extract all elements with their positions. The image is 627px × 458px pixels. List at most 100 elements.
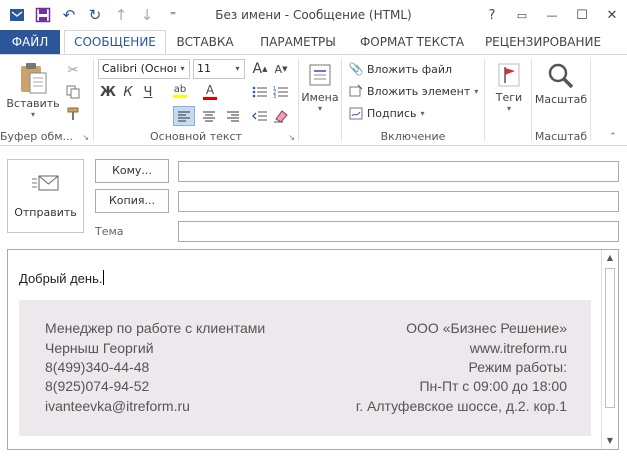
- collapse-ribbon-icon[interactable]: ⌃: [606, 131, 620, 143]
- address-book-icon: [300, 59, 340, 91]
- signature-email[interactable]: ivanteevka@itreform.ru: [45, 398, 190, 414]
- font-name-dropdown-icon[interactable]: ▾: [176, 60, 189, 78]
- send-label: Отправить: [14, 206, 77, 219]
- align-right-icon[interactable]: [222, 106, 244, 126]
- redo-icon[interactable]: ↻: [82, 0, 108, 30]
- tab-file[interactable]: ФАЙЛ: [0, 30, 60, 54]
- attach-item-button[interactable]: Вложить элемент ▾: [348, 81, 478, 101]
- signature-address: г. Алтуфевское шоссе, д.2. кор.1: [355, 398, 567, 414]
- basic-text-launcher-icon[interactable]: ↘: [288, 133, 295, 142]
- bullets-icon[interactable]: [251, 83, 269, 101]
- compose-area: Отправить Кому... Копия... Тема Добрый д…: [0, 147, 627, 458]
- tab-insert[interactable]: ВСТАВКА: [170, 30, 240, 54]
- zoom-group-label: Масштаб: [534, 130, 588, 143]
- save-icon[interactable]: [30, 0, 56, 30]
- font-size-value: 11: [197, 62, 211, 75]
- signature-phone-1: 8(499)340-44-48: [45, 359, 150, 375]
- signature-dropdown-icon[interactable]: ▾: [420, 109, 424, 118]
- ribbon-display-options-icon[interactable]: ▭: [507, 0, 537, 30]
- names-button[interactable]: Имена ▾: [300, 59, 340, 129]
- signature-phone-2: 8(925)074-94-52: [45, 378, 150, 394]
- window-controls: ? ▭ — ☐ ✕: [477, 0, 627, 30]
- align-left-icon[interactable]: [173, 106, 195, 126]
- flag-icon: [489, 59, 529, 91]
- paste-label: Вставить: [6, 97, 60, 110]
- attach-file-button[interactable]: 📎 Вложить файл: [348, 59, 453, 79]
- include-group-label: Включение: [380, 130, 446, 143]
- align-center-icon[interactable]: [198, 106, 220, 126]
- app-icon[interactable]: [4, 0, 30, 30]
- message-body[interactable]: Добрый день. Менеджер по работе с клиент…: [7, 249, 619, 450]
- copy-icon[interactable]: [64, 83, 82, 101]
- scroll-thumb[interactable]: [605, 268, 615, 408]
- scroll-down-icon[interactable]: ▼: [602, 433, 618, 449]
- scroll-up-icon[interactable]: ▲: [602, 250, 618, 266]
- numbering-icon[interactable]: 123: [272, 83, 290, 101]
- attach-item-label: Вложить элемент: [367, 84, 471, 98]
- tab-format-text[interactable]: ФОРМАТ ТЕКСТА: [356, 30, 468, 54]
- undo-icon[interactable]: ↶: [56, 0, 82, 30]
- names-label: Имена: [301, 91, 339, 104]
- font-size-dropdown-icon[interactable]: ▾: [231, 60, 244, 78]
- group-divider: [590, 59, 591, 141]
- send-envelope-icon: [8, 160, 83, 206]
- cut-icon[interactable]: ✂: [64, 61, 82, 79]
- clipboard-icon: [4, 59, 62, 97]
- minimize-button[interactable]: —: [537, 0, 567, 30]
- signature-website[interactable]: www.itreform.ru: [470, 340, 567, 356]
- subject-field[interactable]: [178, 221, 619, 242]
- attach-item-dropdown-icon[interactable]: ▾: [474, 87, 478, 96]
- tags-label: Теги: [495, 91, 523, 104]
- names-group: Имена ▾: [299, 55, 341, 145]
- font-name-combo[interactable]: Calibri (Основ ▾: [98, 59, 190, 79]
- help-button[interactable]: ?: [477, 0, 507, 30]
- paste-button[interactable]: Вставить ▾: [4, 59, 62, 123]
- clipboard-launcher-icon[interactable]: ↘: [82, 133, 89, 142]
- grow-font-icon[interactable]: A ▲: [251, 60, 269, 78]
- clipboard-group-label: Буфер обм...: [0, 130, 74, 143]
- signature-company: ООО «Бизнес Решение»: [406, 320, 567, 336]
- tab-options[interactable]: ПАРАМЕТРЫ: [252, 30, 344, 54]
- previous-item-icon[interactable]: ↑: [108, 0, 134, 30]
- tab-message[interactable]: СООБЩЕНИЕ: [64, 30, 166, 54]
- tab-review[interactable]: РЕЦЕНЗИРОВАНИЕ: [480, 30, 606, 54]
- ribbon: Вставить ▾ ✂ Буфер обм... ↘ Calibri (Осн…: [0, 54, 627, 146]
- maximize-button[interactable]: ☐: [567, 0, 597, 30]
- highlight-color-icon[interactable]: ab: [168, 81, 192, 101]
- close-button[interactable]: ✕: [597, 0, 627, 30]
- basic-text-group-label: Основной текст: [150, 130, 242, 143]
- cc-field[interactable]: [178, 191, 619, 212]
- signature-block: Менеджер по работе с клиентами Черныш Ге…: [19, 300, 591, 436]
- cc-button[interactable]: Копия...: [95, 189, 169, 213]
- format-painter-icon[interactable]: [64, 105, 82, 123]
- to-button[interactable]: Кому...: [95, 159, 169, 183]
- signature-button[interactable]: Подпись ▾: [348, 103, 425, 123]
- to-field[interactable]: [178, 161, 619, 182]
- tags-button[interactable]: Теги ▾: [489, 59, 529, 129]
- body-scrollbar[interactable]: ▲ ▼: [601, 250, 618, 449]
- paste-dropdown-icon: ▾: [30, 110, 35, 119]
- next-item-icon[interactable]: ↓: [134, 0, 160, 30]
- clipboard-group: Вставить ▾ ✂ Буфер обм... ↘: [0, 55, 92, 145]
- signature-position: Менеджер по работе с клиентами: [45, 320, 266, 336]
- bold-icon[interactable]: Ж: [100, 83, 116, 101]
- paperclip-icon: 📎: [348, 62, 364, 76]
- greeting-text[interactable]: Добрый день.: [19, 270, 105, 286]
- send-button[interactable]: Отправить: [7, 159, 84, 233]
- decrease-indent-icon[interactable]: [251, 106, 269, 126]
- font-size-combo[interactable]: 11 ▾: [193, 59, 245, 79]
- zoom-button-label: Масштаб: [534, 93, 588, 106]
- font-color-icon[interactable]: A: [198, 81, 222, 101]
- attach-item-icon: [348, 84, 364, 98]
- names-dropdown-icon: ▾: [317, 104, 322, 113]
- zoom-button[interactable]: Масштаб: [534, 59, 588, 113]
- tags-group: Теги ▾: [485, 55, 531, 145]
- shrink-font-icon[interactable]: A ▼: [272, 60, 290, 78]
- underline-icon[interactable]: Ч: [140, 83, 156, 101]
- signature-hours-label: Режим работы:: [468, 359, 568, 375]
- signature-label: Подпись: [367, 106, 417, 120]
- clear-formatting-icon[interactable]: [272, 106, 290, 126]
- include-group: 📎 Вложить файл Вложить элемент ▾ Подпись…: [342, 55, 484, 145]
- italic-icon[interactable]: К: [120, 83, 136, 101]
- customize-qat-icon[interactable]: ⁼: [160, 0, 186, 30]
